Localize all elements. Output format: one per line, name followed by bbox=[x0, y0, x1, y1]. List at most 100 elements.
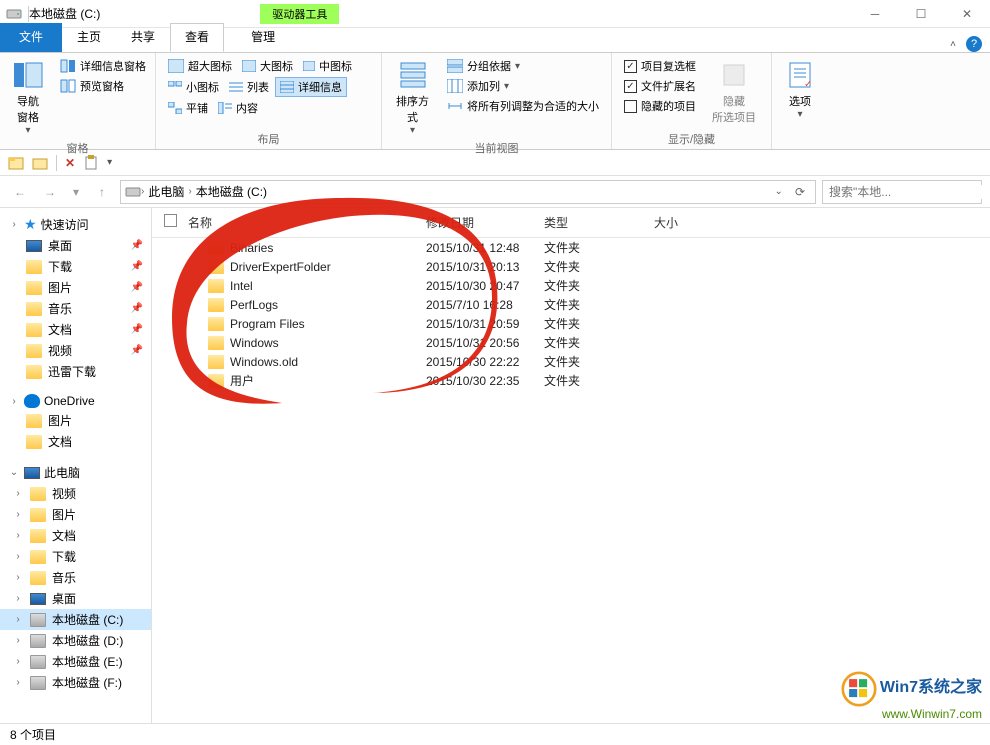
help-icon[interactable]: ? bbox=[966, 36, 982, 52]
paste-icon[interactable] bbox=[83, 155, 99, 171]
nav-videos[interactable]: 视频📌 bbox=[0, 340, 151, 361]
table-row[interactable]: 用户2015/10/30 22:35文件夹 bbox=[152, 371, 990, 390]
back-button[interactable]: ← bbox=[8, 180, 32, 204]
quick-access-header[interactable]: ›★快速访问 bbox=[0, 214, 151, 235]
nav-drive-e[interactable]: ›本地磁盘 (E:) bbox=[0, 651, 151, 672]
breadcrumb-this-pc[interactable]: 此电脑 bbox=[144, 183, 188, 200]
nav-downloads[interactable]: 下载📌 bbox=[0, 256, 151, 277]
show-hide-group-label: 显示/隐藏 bbox=[620, 129, 763, 149]
table-row[interactable]: Binaries2015/10/31 12:48文件夹 bbox=[152, 238, 990, 257]
refresh-icon[interactable]: ⟳ bbox=[789, 185, 811, 199]
nav-drive-d[interactable]: ›本地磁盘 (D:) bbox=[0, 630, 151, 651]
folder-icon bbox=[30, 529, 46, 543]
qat-expand-icon[interactable]: ▾ bbox=[107, 157, 112, 168]
small-icons[interactable]: 小图标 bbox=[164, 77, 223, 97]
minimize-button[interactable]: ─ bbox=[852, 0, 898, 28]
details-pane-button[interactable]: 详细信息窗格 bbox=[56, 57, 150, 75]
breadcrumb-current[interactable]: 本地磁盘 (C:) bbox=[192, 183, 271, 200]
table-row[interactable]: Windows2015/10/31 20:56文件夹 bbox=[152, 333, 990, 352]
preview-pane-button[interactable]: 预览窗格 bbox=[56, 77, 150, 95]
nav-drive-f[interactable]: ›本地磁盘 (F:) bbox=[0, 672, 151, 693]
tab-home[interactable]: 主页 bbox=[62, 23, 116, 52]
nav-od-pictures[interactable]: 图片 bbox=[0, 410, 151, 431]
delete-icon[interactable]: ✕ bbox=[65, 156, 75, 170]
options-button[interactable]: ✓ 选项▾ bbox=[780, 57, 820, 122]
nav-pane-button[interactable]: 导航窗格 ▾ bbox=[8, 57, 48, 138]
nav-this-pc-documents[interactable]: ›文档 bbox=[0, 525, 151, 546]
watermark: Win7系统之家 www.Winwin7.com bbox=[841, 671, 982, 721]
nav-this-pc-downloads[interactable]: ›下载 bbox=[0, 546, 151, 567]
nav-drive-c[interactable]: ›本地磁盘 (C:) bbox=[0, 609, 151, 630]
nav-music[interactable]: 音乐📌 bbox=[0, 298, 151, 319]
navigation-pane[interactable]: ›★快速访问 桌面📌 下载📌 图片📌 音乐📌 文档📌 视频📌 迅雷下载 ›One… bbox=[0, 208, 152, 730]
maximize-button[interactable]: ☐ bbox=[898, 0, 944, 28]
file-name: Binaries bbox=[230, 241, 273, 255]
file-list[interactable]: 名称 修改日期 类型 大小 Binaries2015/10/31 12:48文件… bbox=[152, 208, 990, 730]
column-name[interactable]: 名称 bbox=[188, 214, 426, 231]
content-view[interactable]: 内容 bbox=[214, 99, 262, 117]
pin-icon: 📌 bbox=[131, 324, 143, 335]
large-icons[interactable]: 大图标 bbox=[238, 57, 297, 75]
nav-this-pc-music[interactable]: ›音乐 bbox=[0, 567, 151, 588]
tab-view[interactable]: 查看 bbox=[170, 23, 224, 52]
new-folder-icon[interactable] bbox=[32, 155, 48, 171]
folder-icon bbox=[26, 344, 42, 358]
tab-share[interactable]: 共享 bbox=[116, 23, 170, 52]
tab-file[interactable]: 文件 bbox=[0, 23, 62, 52]
item-checkboxes-toggle[interactable]: 项目复选框 bbox=[620, 57, 700, 75]
table-row[interactable]: Intel2015/10/30 20:47文件夹 bbox=[152, 276, 990, 295]
folder-icon bbox=[26, 302, 42, 316]
forward-button[interactable]: → bbox=[38, 180, 62, 204]
medium-icons[interactable]: 中图标 bbox=[299, 57, 356, 75]
nav-this-pc-desktop[interactable]: ›桌面 bbox=[0, 588, 151, 609]
table-row[interactable]: Program Files2015/10/31 20:59文件夹 bbox=[152, 314, 990, 333]
select-all-checkbox[interactable] bbox=[164, 214, 177, 227]
column-size[interactable]: 大小 bbox=[654, 214, 754, 231]
sort-by-button[interactable]: 排序方式▾ bbox=[390, 57, 435, 138]
size-columns-button[interactable]: 将所有列调整为合适的大小 bbox=[443, 97, 603, 115]
folder-icon bbox=[26, 365, 42, 379]
address-bar[interactable]: › 此电脑 › 本地磁盘 (C:) ⌄ ⟳ bbox=[120, 180, 816, 204]
file-type: 文件夹 bbox=[544, 296, 654, 313]
collapse-ribbon-icon[interactable]: ˄ bbox=[950, 39, 956, 50]
tab-manage[interactable]: 管理 bbox=[236, 23, 290, 52]
address-bar-row: ← → ▾ ↑ › 此电脑 › 本地磁盘 (C:) ⌄ ⟳ 🔍 bbox=[0, 176, 990, 208]
folder-icon bbox=[208, 260, 224, 274]
nav-this-pc-pictures[interactable]: ›图片 bbox=[0, 504, 151, 525]
tiles-view[interactable]: 平铺 bbox=[164, 99, 212, 117]
star-icon: ★ bbox=[24, 216, 37, 233]
current-view-group-label: 当前视图 bbox=[390, 138, 603, 158]
close-button[interactable]: ✕ bbox=[944, 0, 990, 28]
list-view[interactable]: 列表 bbox=[225, 77, 273, 97]
column-date[interactable]: 修改日期 bbox=[426, 214, 544, 231]
drive-icon bbox=[125, 184, 141, 200]
table-row[interactable]: DriverExpertFolder2015/10/31 20:13文件夹 bbox=[152, 257, 990, 276]
hide-selected-button[interactable]: 隐藏 所选项目 bbox=[708, 57, 760, 127]
ribbon: 导航窗格 ▾ 详细信息窗格 预览窗格 窗格 超大图标 大图标 中图标 小图标 列… bbox=[0, 52, 990, 150]
nav-documents[interactable]: 文档📌 bbox=[0, 319, 151, 340]
group-by-button[interactable]: 分组依据 ▾ bbox=[443, 57, 603, 75]
address-dropdown-icon[interactable]: ⌄ bbox=[769, 186, 789, 197]
table-row[interactable]: Windows.old2015/10/30 22:22文件夹 bbox=[152, 352, 990, 371]
nav-od-documents[interactable]: 文档 bbox=[0, 431, 151, 452]
hidden-items-toggle[interactable]: 隐藏的项目 bbox=[620, 97, 700, 115]
table-row[interactable]: PerfLogs2015/7/10 16:28文件夹 bbox=[152, 295, 990, 314]
file-extensions-toggle[interactable]: 文件扩展名 bbox=[620, 77, 700, 95]
search-box[interactable]: 🔍 bbox=[822, 180, 982, 204]
add-columns-button[interactable]: 添加列 ▾ bbox=[443, 77, 603, 95]
up-button[interactable]: ↑ bbox=[90, 180, 114, 204]
nav-desktop[interactable]: 桌面📌 bbox=[0, 235, 151, 256]
details-view[interactable]: 详细信息 bbox=[275, 77, 347, 97]
file-type: 文件夹 bbox=[544, 372, 654, 389]
nav-this-pc-videos[interactable]: ›视频 bbox=[0, 483, 151, 504]
folder-icon bbox=[208, 317, 224, 331]
nav-pictures[interactable]: 图片📌 bbox=[0, 277, 151, 298]
layout-group-label: 布局 bbox=[164, 129, 373, 149]
column-type[interactable]: 类型 bbox=[544, 214, 654, 231]
onedrive-header[interactable]: ›OneDrive bbox=[0, 392, 151, 410]
extra-large-icons[interactable]: 超大图标 bbox=[164, 57, 236, 75]
recent-locations-button[interactable]: ▾ bbox=[68, 180, 84, 204]
search-input[interactable] bbox=[823, 185, 990, 199]
this-pc-header[interactable]: ⌄此电脑 bbox=[0, 462, 151, 483]
nav-xunlei[interactable]: 迅雷下载 bbox=[0, 361, 151, 382]
